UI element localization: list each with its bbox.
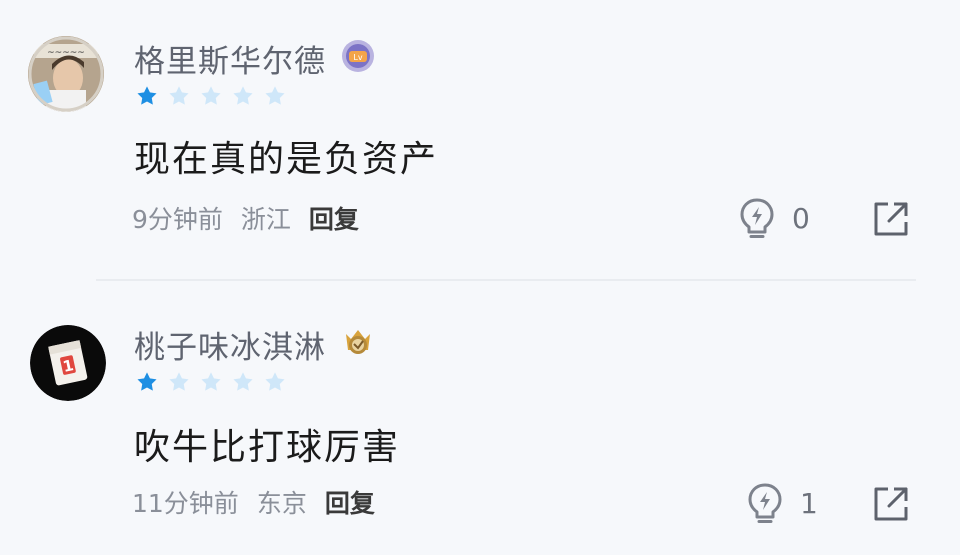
avatar[interactable]: 1: [30, 325, 106, 401]
level-badge-icon: Lv: [340, 38, 376, 74]
comment-location: 浙江: [240, 205, 291, 234]
comment-text: 现在真的是负资产: [134, 139, 439, 180]
reply-button[interactable]: 回复: [325, 484, 375, 520]
username[interactable]: 桃子味冰淇淋: [134, 322, 326, 367]
star-empty-icon: [201, 372, 221, 391]
divider: [96, 279, 916, 281]
comment-meta: 9分钟前 浙江 回复: [132, 200, 359, 236]
avatar-photo-icon: ~~~~~: [28, 36, 104, 112]
star-empty-icon: [265, 372, 285, 391]
avatar-calendar-icon: 1: [30, 325, 106, 401]
star-empty-icon: [201, 86, 221, 105]
star-empty-icon: [169, 372, 189, 391]
share-icon: [874, 487, 908, 521]
comment-item: ~~~~~ 格里斯华尔德 Lv 现在真的是负资产 9分钟前 浙江 回复 0: [0, 0, 960, 270]
reply-button[interactable]: 回复: [309, 200, 359, 236]
comment-list: ~~~~~ 格里斯华尔德 Lv 现在真的是负资产 9分钟前 浙江 回复 0 1 …: [0, 0, 960, 555]
comment-text: 吹牛比打球厉害: [134, 427, 401, 468]
like-button[interactable]: 1: [746, 482, 818, 524]
comment-item: 1 桃子味冰淇淋 吹牛比打球厉害 11分钟前 东京 回复 1: [0, 290, 960, 555]
svg-text:Lv: Lv: [353, 53, 362, 62]
star-empty-icon: [169, 86, 189, 105]
like-button[interactable]: 0: [738, 197, 810, 239]
lightbulb-icon: [740, 198, 774, 238]
star-empty-icon: [265, 86, 285, 105]
share-icon: [874, 202, 908, 236]
share-button[interactable]: [872, 200, 910, 238]
lightbulb-icon: [748, 483, 782, 523]
star-empty-icon: [233, 86, 253, 105]
rating-stars: [136, 371, 286, 393]
avatar[interactable]: ~~~~~: [28, 36, 104, 112]
comment-meta: 11分钟前 东京 回复: [132, 484, 375, 520]
like-count: 1: [800, 486, 818, 520]
level-badge-icon: [340, 324, 376, 360]
rating-stars: [136, 85, 286, 107]
like-count: 0: [792, 201, 810, 235]
username[interactable]: 格里斯华尔德: [134, 36, 326, 81]
share-button[interactable]: [872, 485, 910, 523]
star-empty-icon: [233, 372, 253, 391]
star-filled-icon: [137, 86, 157, 105]
star-filled-icon: [137, 372, 157, 391]
comment-time: 11分钟前: [132, 489, 239, 518]
comment-location: 东京: [256, 489, 307, 518]
comment-time: 9分钟前: [132, 205, 223, 234]
